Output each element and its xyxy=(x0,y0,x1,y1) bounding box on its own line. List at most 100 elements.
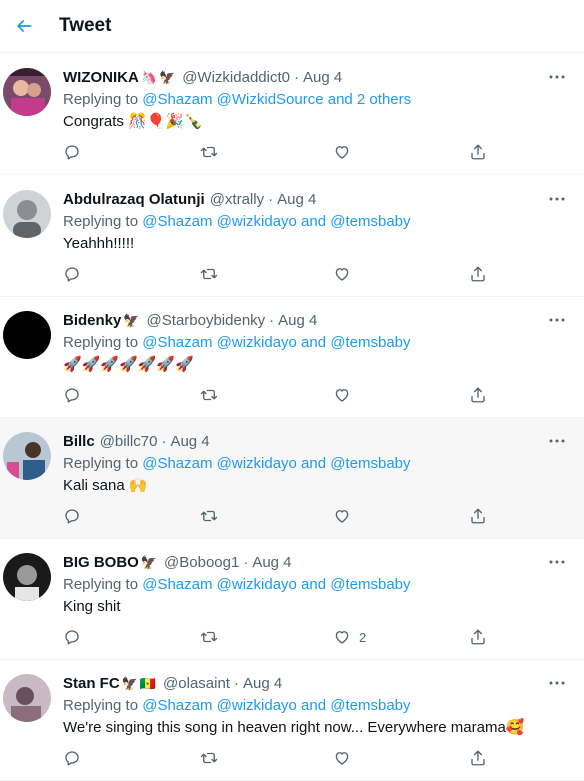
replying-to-link[interactable]: @Shazam @wizkidayo and @temsbaby xyxy=(142,455,410,472)
like-button[interactable] xyxy=(333,142,351,162)
share-icon xyxy=(471,144,485,160)
like-icon xyxy=(335,510,349,523)
retweet-button[interactable] xyxy=(200,385,218,405)
timestamp[interactable]: Aug 4 xyxy=(277,191,316,208)
reply-button[interactable] xyxy=(63,627,81,647)
like-button[interactable] xyxy=(333,385,351,405)
arrow-left-icon xyxy=(17,20,32,32)
avatar[interactable] xyxy=(3,674,51,722)
more-icon xyxy=(549,681,565,685)
avatar[interactable] xyxy=(3,68,51,116)
user-handle[interactable]: @Starboybidenky xyxy=(147,312,266,329)
share-button[interactable] xyxy=(469,627,487,647)
more-icon xyxy=(549,439,565,443)
share-button[interactable] xyxy=(469,385,487,405)
back-button[interactable] xyxy=(7,9,41,43)
avatar[interactable] xyxy=(3,190,51,238)
retweet-button[interactable] xyxy=(200,142,218,162)
reply-icon xyxy=(65,630,79,645)
reply-icon xyxy=(65,145,79,160)
like-icon xyxy=(335,389,349,402)
reply-button[interactable] xyxy=(63,264,81,284)
reply-tweet[interactable]: WIZONIKA 🦄 🦅 @Wizkidaddict0 · Aug 4 Reply… xyxy=(0,54,584,175)
share-button[interactable] xyxy=(469,264,487,284)
replying-to: Replying to @Shazam @wizkidayo and @tems… xyxy=(63,455,411,472)
reply-button[interactable] xyxy=(63,506,81,526)
replying-to: Replying to @Shazam @wizkidayo and @tems… xyxy=(63,576,411,593)
like-icon xyxy=(335,631,349,644)
replying-to: Replying to @Shazam @wizkidayo and @tems… xyxy=(63,334,411,351)
reply-tweet[interactable]: Billc @billc70 · Aug 4 Replying to @Shaz… xyxy=(0,418,584,539)
like-icon xyxy=(335,146,349,159)
reply-tweet[interactable]: Abdulrazaq Olatunji @xtrally · Aug 4 Rep… xyxy=(0,176,584,297)
user-handle[interactable]: @xtrally xyxy=(210,191,264,208)
more-options-button[interactable] xyxy=(547,189,567,209)
share-button[interactable] xyxy=(469,748,487,768)
more-options-button[interactable] xyxy=(547,310,567,330)
like-button[interactable] xyxy=(333,506,351,526)
user-handle[interactable]: @Wizkidaddict0 xyxy=(182,69,290,86)
user-handle[interactable]: @olasaint xyxy=(163,675,230,692)
user-name[interactable]: WIZONIKA xyxy=(63,69,139,86)
share-icon xyxy=(471,629,485,645)
retweet-icon xyxy=(200,146,218,158)
replying-to-link[interactable]: @Shazam @wizkidayo and @temsbaby xyxy=(142,213,410,230)
replying-to-link[interactable]: @Shazam @wizkidayo and @temsbaby xyxy=(142,334,410,351)
timestamp[interactable]: Aug 4 xyxy=(252,554,291,571)
like-button[interactable]: 2 xyxy=(333,627,366,647)
replying-to-link[interactable]: @Shazam @wizkidayo and @temsbaby xyxy=(142,576,410,593)
share-icon xyxy=(471,750,485,766)
user-name[interactable]: Stan FC xyxy=(63,675,120,692)
retweet-button[interactable] xyxy=(200,748,218,768)
more-options-button[interactable] xyxy=(547,431,567,451)
tweet-text: 🚀🚀🚀🚀🚀🚀🚀 xyxy=(63,356,194,373)
more-options-button[interactable] xyxy=(547,673,567,693)
reply-icon xyxy=(65,388,79,403)
avatar[interactable] xyxy=(3,311,51,359)
like-count: 2 xyxy=(359,629,367,645)
share-button[interactable] xyxy=(469,506,487,526)
eagle-emoji: 🦅 xyxy=(140,554,158,570)
reply-button[interactable] xyxy=(63,142,81,162)
user-handle[interactable]: @Boboog1 xyxy=(164,554,239,571)
reply-tweet[interactable]: Stan FC 🦅 🇸🇳 @olasaint · Aug 4 Replying t… xyxy=(0,660,584,781)
share-button[interactable] xyxy=(469,142,487,162)
retweet-icon xyxy=(200,268,218,280)
replying-to: Replying to @Shazam @WizkidSource and 2 … xyxy=(63,91,412,108)
like-button[interactable] xyxy=(333,748,351,768)
share-icon xyxy=(471,266,485,282)
more-options-button[interactable] xyxy=(547,552,567,572)
share-icon xyxy=(471,508,485,524)
tweet-text: Kali sana 🙌 xyxy=(63,477,148,494)
timestamp[interactable]: Aug 4 xyxy=(243,675,282,692)
avatar[interactable] xyxy=(3,432,51,480)
user-handle[interactable]: @billc70 xyxy=(100,433,158,450)
timestamp[interactable]: Aug 4 xyxy=(278,312,317,329)
reply-button[interactable] xyxy=(63,385,81,405)
retweet-button[interactable] xyxy=(200,506,218,526)
timestamp[interactable]: Aug 4 xyxy=(303,69,342,86)
avatar[interactable] xyxy=(3,553,51,601)
reply-button[interactable] xyxy=(63,748,81,768)
eagle-emoji: 🦅 xyxy=(121,675,138,691)
replying-to: Replying to @Shazam @wizkidayo and @tems… xyxy=(63,213,411,230)
tweet-text: We're singing this song in heaven right … xyxy=(63,719,525,736)
more-icon xyxy=(549,560,565,564)
retweet-button[interactable] xyxy=(200,264,218,284)
like-button[interactable] xyxy=(333,264,351,284)
user-name[interactable]: BIG BOBO xyxy=(63,554,139,571)
user-name[interactable]: Bidenky xyxy=(63,312,121,329)
replying-to-link[interactable]: @Shazam @WizkidSource and 2 others xyxy=(142,91,411,108)
reply-icon xyxy=(65,267,79,282)
retweet-icon xyxy=(200,389,218,401)
user-name[interactable]: Billc xyxy=(63,433,95,450)
replying-to-link[interactable]: @Shazam @wizkidayo and @temsbaby xyxy=(142,697,410,714)
reply-tweet[interactable]: Bidenky 🦅 @Starboybidenky · Aug 4 Replyi… xyxy=(0,297,584,418)
retweet-button[interactable] xyxy=(200,627,218,647)
timestamp[interactable]: Aug 4 xyxy=(170,433,209,450)
retweet-icon xyxy=(200,510,218,522)
more-options-button[interactable] xyxy=(547,67,567,87)
reply-tweet[interactable]: BIG BOBO 🦅 @Boboog1 · Aug 4 Replying to … xyxy=(0,539,584,660)
user-name[interactable]: Abdulrazaq Olatunji xyxy=(63,191,205,208)
like-icon xyxy=(335,268,349,281)
